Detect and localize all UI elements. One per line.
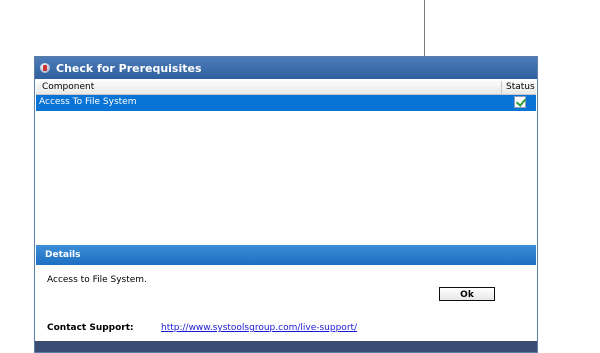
contact-support-label: Contact Support: [47,323,134,333]
column-divider[interactable] [501,81,502,94]
background-divider-line [424,0,425,56]
app-logo-icon [40,63,50,73]
component-name: Access To File System [39,97,137,107]
details-text: Access to File System. [47,275,147,285]
prerequisites-dialog: Check for Prerequisites Component Status… [34,56,538,353]
details-header: Details [45,250,81,260]
details-header-bar: Details [36,245,536,265]
dialog-titlebar: Check for Prerequisites [35,57,537,79]
dialog-footer [35,341,537,352]
dialog-title: Check for Prerequisites [56,61,202,75]
column-header-component[interactable]: Component [42,82,94,92]
ok-button[interactable]: Ok [439,287,495,301]
check-icon [514,96,526,108]
table-header: Component Status [36,81,536,95]
column-header-status[interactable]: Status [506,82,535,92]
table-row[interactable]: Access To File System [36,95,536,111]
support-link[interactable]: http://www.systoolsgroup.com/live-suppor… [161,323,357,333]
